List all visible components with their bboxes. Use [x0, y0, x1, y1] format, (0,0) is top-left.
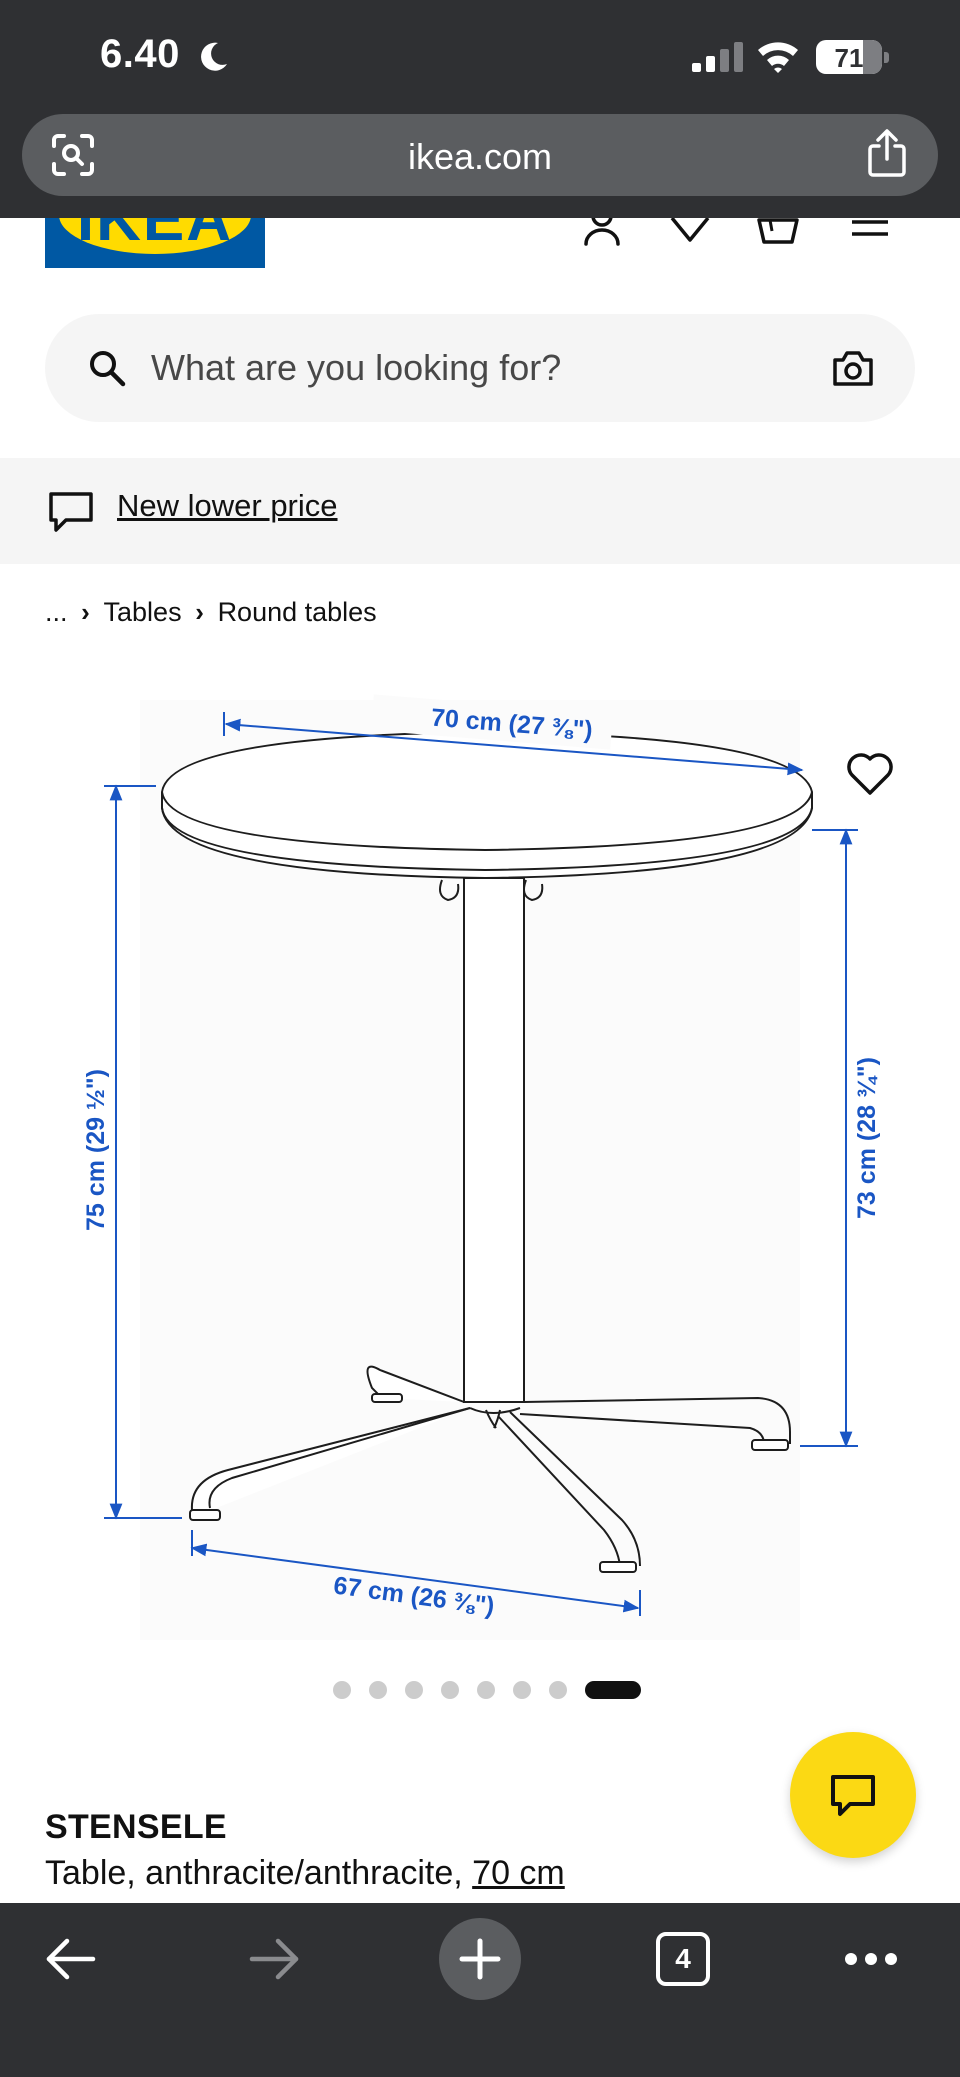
moon-icon [201, 42, 227, 71]
breadcrumb: ... › Tables › Round tables [45, 592, 377, 632]
url-text[interactable]: ikea.com [22, 136, 938, 178]
product-name: STENSELE [45, 1808, 227, 1846]
new-tab-button[interactable] [439, 1903, 521, 2003]
carousel-dot-active[interactable] [585, 1681, 641, 1699]
carousel-dot[interactable] [333, 1681, 351, 1699]
new-lower-price-link[interactable]: New lower price [117, 488, 338, 524]
image-carousel-dots [0, 1680, 960, 1700]
plus-icon [459, 1938, 501, 1980]
product-image[interactable]: 70 cm (27 ⅜") 75 cm (29 ½") 73 cm (28 ¾"… [0, 660, 960, 1660]
chat-icon [831, 1775, 875, 1816]
back-button[interactable] [30, 1903, 110, 2003]
forward-arrow-icon [249, 1938, 299, 1980]
battery-nub [884, 52, 889, 63]
carousel-dot[interactable] [405, 1681, 423, 1699]
forward-button[interactable] [235, 1903, 315, 2003]
battery-level: 71 [834, 43, 864, 73]
site-header: IKEA [0, 218, 960, 458]
tab-count: 4 [656, 1932, 710, 1986]
browser-toolbar: 4 [0, 1903, 960, 2077]
chevron-right-icon: › [195, 596, 204, 627]
dimension-height-to-top: 73 cm (28 ¾") [853, 1057, 881, 1219]
speech-bubble-icon [49, 492, 93, 532]
favourite-heart-icon[interactable] [844, 750, 896, 798]
product-description: Table, anthracite/anthracite, 70 cm [45, 1854, 565, 1893]
more-dots-icon [845, 1953, 897, 1965]
heart-icon[interactable] [668, 218, 712, 246]
cellular-signal-icon [692, 42, 743, 72]
dimension-total-height: 75 cm (29 ½") [82, 1069, 110, 1231]
carousel-dot[interactable] [513, 1681, 531, 1699]
product-size-link[interactable]: 70 cm [472, 1854, 565, 1892]
tabs-button[interactable]: 4 [650, 1903, 716, 2003]
breadcrumb-ellipsis[interactable]: ... [45, 597, 68, 628]
back-arrow-icon [46, 1938, 96, 1980]
status-time: 6.40 [100, 32, 180, 76]
camera-icon[interactable] [831, 348, 875, 388]
product-description-text: Table, anthracite/anthracite, [45, 1854, 473, 1892]
logo-text: IKEA [76, 218, 234, 254]
carousel-dot[interactable] [441, 1681, 459, 1699]
battery-body: 71 [816, 40, 882, 74]
wifi-icon [758, 42, 798, 73]
breadcrumb-round-tables[interactable]: Round tables [218, 597, 377, 628]
chat-button[interactable] [790, 1732, 916, 1858]
battery-indicator: 71 [816, 40, 890, 74]
share-icon[interactable] [864, 128, 910, 178]
carousel-dot[interactable] [369, 1681, 387, 1699]
browser-address-area: ikea.com [0, 110, 960, 218]
status-bar: 6.40 71 [0, 0, 960, 110]
search-input[interactable] [151, 342, 771, 394]
carousel-dot[interactable] [477, 1681, 495, 1699]
breadcrumb-tables[interactable]: Tables [104, 597, 182, 628]
address-bar[interactable]: ikea.com [22, 114, 938, 196]
promo-banner: New lower price [0, 458, 960, 564]
carousel-dot[interactable] [549, 1681, 567, 1699]
shopping-bag-icon[interactable] [756, 218, 800, 246]
new-tab-circle [439, 1918, 521, 2000]
search-box[interactable] [45, 314, 915, 422]
ikea-logo[interactable]: IKEA [45, 218, 265, 268]
more-button[interactable] [836, 1903, 906, 2003]
chevron-right-icon: › [81, 596, 90, 627]
search-icon [90, 351, 126, 387]
profile-icon[interactable] [580, 218, 624, 246]
menu-icon[interactable] [848, 218, 892, 246]
